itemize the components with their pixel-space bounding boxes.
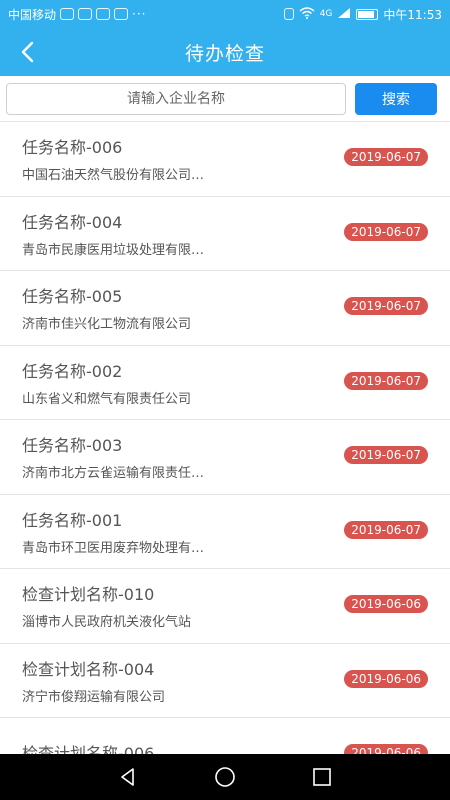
more-notifications-icon: ··· — [132, 7, 147, 21]
item-company: 山东省义和燃气有限责任公司 — [22, 391, 192, 407]
date-badge: 2019-06-07 — [344, 371, 428, 390]
date-badge: 2019-06-07 — [344, 222, 428, 241]
item-company: 济宁市俊翔运输有限公司 — [22, 689, 166, 705]
list-item[interactable]: 检查计划名称-006 2019-06-06 — [0, 718, 450, 754]
list-item[interactable]: 检查计划名称-010 淄博市人民政府机关液化气站 2019-06-06 — [0, 569, 450, 644]
item-company: 中国石油天然气股份有限公司… — [22, 168, 205, 184]
list-item[interactable]: 任务名称-005 济南市佳兴化工物流有限公司 2019-06-07 — [0, 271, 450, 346]
app-notification-icon — [60, 8, 75, 20]
list-item[interactable]: 任务名称-001 青岛市环卫医用废弃物处理有… 2019-06-07 — [0, 495, 450, 569]
app-header: 待办检查 — [0, 28, 450, 76]
square-recents-icon — [312, 768, 331, 786]
list-item[interactable]: 任务名称-006 中国石油天然气股份有限公司… 2019-06-07 — [0, 122, 450, 197]
carrier-label: 中国移动 — [8, 7, 57, 22]
date-badge: 2019-06-07 — [344, 520, 428, 539]
status-bar: 中国移动 ··· 4G 中午11:53 — [0, 0, 450, 28]
list-item[interactable]: 检查计划名称-004 济宁市俊翔运输有限公司 2019-06-06 — [0, 644, 450, 718]
signal-icon — [337, 7, 351, 22]
clock: 中午11:53 — [383, 7, 442, 22]
date-badge: 2019-06-06 — [344, 669, 428, 688]
wifi-icon — [299, 6, 315, 22]
date-badge: 2019-06-06 — [344, 744, 428, 754]
chevron-left-icon — [21, 41, 34, 63]
nav-back-button[interactable] — [114, 763, 142, 791]
date-badge: 2019-06-07 — [344, 148, 428, 166]
triangle-back-icon — [121, 768, 135, 786]
date-badge: 2019-06-06 — [344, 595, 428, 613]
app-notification-icon — [96, 8, 111, 20]
app-notification-icon — [78, 8, 93, 20]
task-list: 任务名称-006 中国石油天然气股份有限公司… 2019-06-07 任务名称-… — [0, 122, 450, 754]
nav-recents-button[interactable] — [308, 763, 336, 791]
item-company: 青岛市民康医用垃圾处理有限… — [22, 242, 205, 258]
battery-icon — [356, 8, 379, 20]
item-company: 青岛市环卫医用废弃物处理有… — [22, 540, 205, 556]
network-type: 4G — [319, 9, 333, 19]
nav-home-button[interactable] — [211, 763, 239, 791]
search-input[interactable] — [6, 82, 346, 115]
system-nav-bar — [0, 754, 450, 800]
list-item[interactable]: 任务名称-002 山东省义和燃气有限责任公司 2019-06-07 — [0, 346, 450, 420]
circle-home-icon — [215, 767, 235, 787]
search-bar: 搜索 — [0, 76, 450, 122]
vibrate-icon — [283, 8, 294, 20]
page-title: 待办检查 — [184, 42, 265, 65]
back-button[interactable] — [14, 38, 42, 66]
item-company: 济南市北方云雀运输有限责任… — [22, 466, 205, 482]
date-badge: 2019-06-07 — [344, 446, 428, 464]
date-badge: 2019-06-07 — [344, 297, 428, 315]
list-item[interactable]: 任务名称-004 青岛市民康医用垃圾处理有限… 2019-06-07 — [0, 197, 450, 271]
app-notification-icon — [114, 8, 129, 20]
item-company: 淄博市人民政府机关液化气站 — [22, 615, 192, 631]
list-item[interactable]: 任务名称-003 济南市北方云雀运输有限责任… 2019-06-07 — [0, 420, 450, 495]
item-company: 济南市佳兴化工物流有限公司 — [22, 317, 192, 333]
search-button[interactable]: 搜索 — [355, 82, 437, 115]
